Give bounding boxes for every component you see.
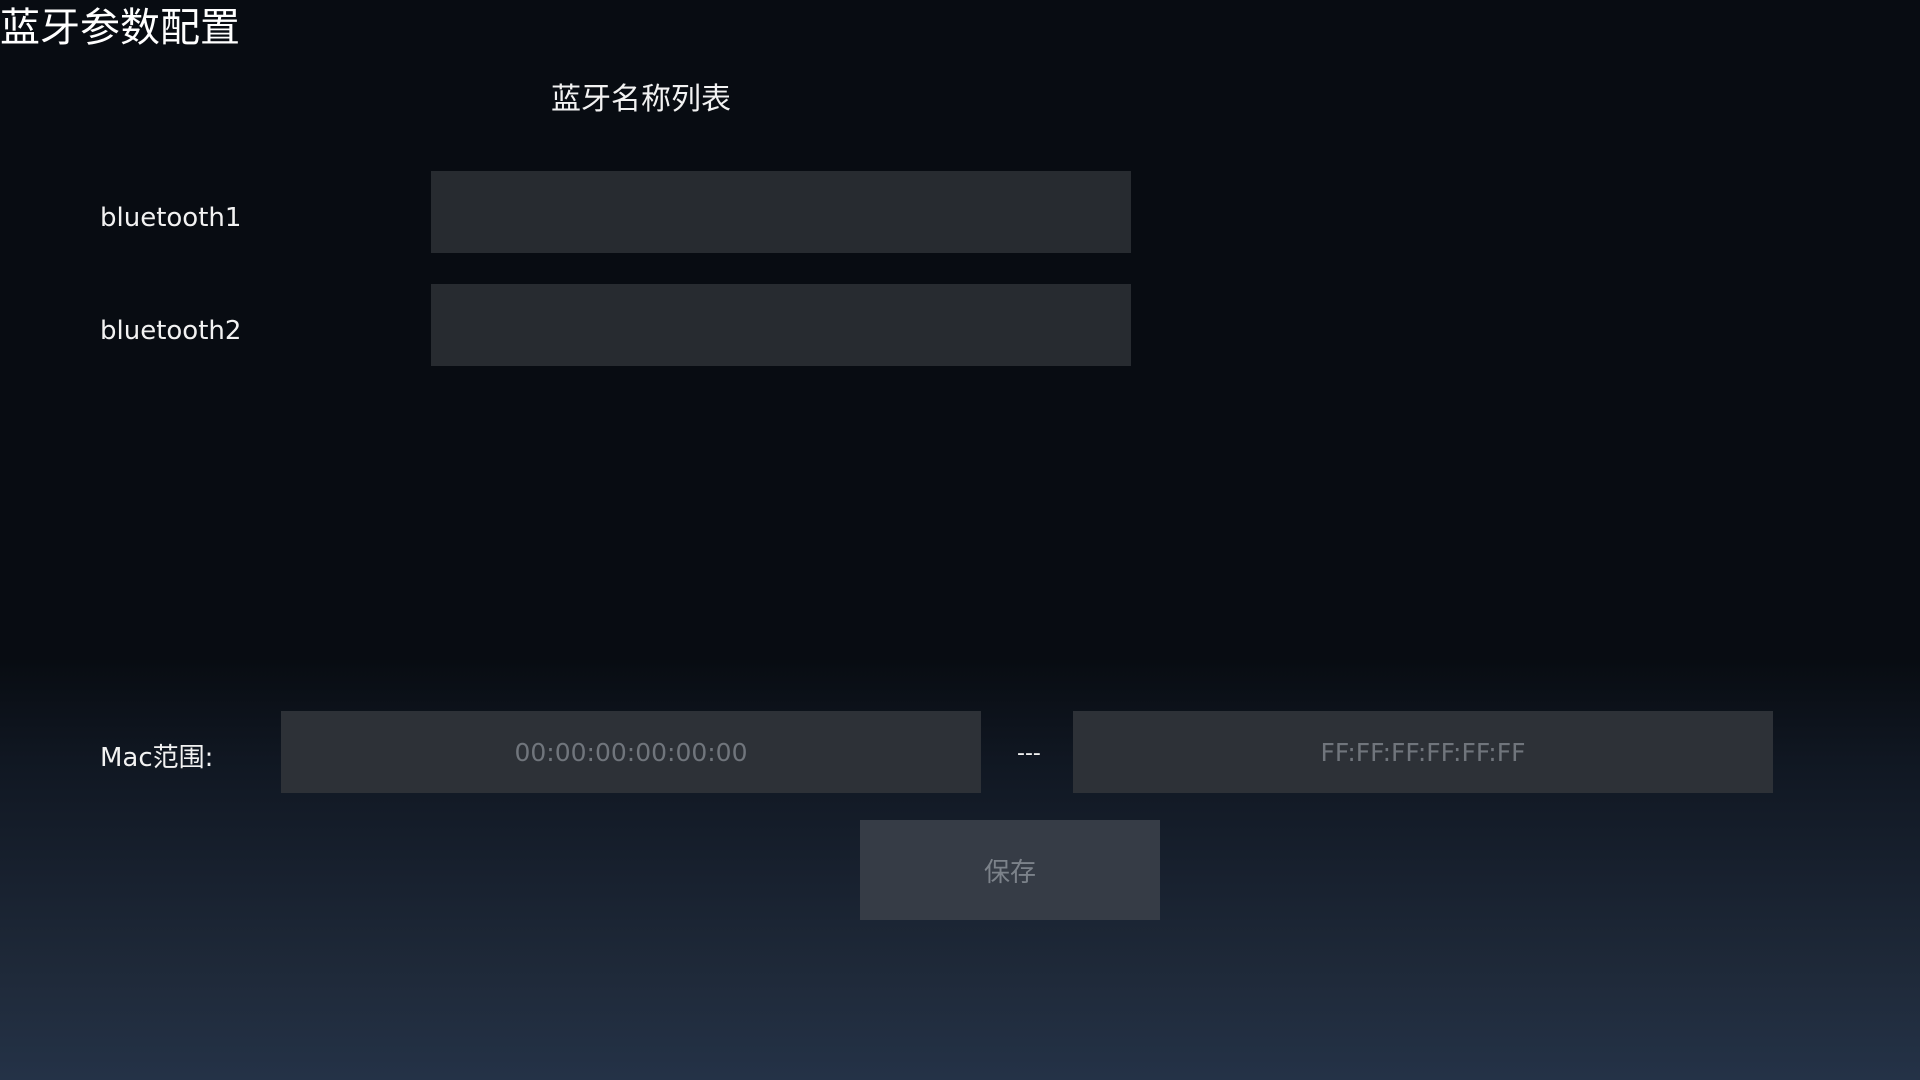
bluetooth1-name-input[interactable] [431, 171, 1131, 253]
page-title: 蓝牙参数配置 [0, 5, 240, 51]
bluetooth2-name-input[interactable] [431, 284, 1131, 366]
bluetooth2-label: bluetooth2 [100, 316, 242, 346]
mac-range-label: Mac范围: [100, 743, 214, 773]
mac-range-end-input[interactable] [1073, 711, 1773, 793]
mac-range-separator: --- [1017, 741, 1041, 766]
mac-range-start-input[interactable] [281, 711, 981, 793]
bluetooth1-label: bluetooth1 [100, 203, 242, 233]
bluetooth-name-list-title: 蓝牙名称列表 [551, 82, 731, 117]
save-button[interactable]: 保存 [860, 820, 1160, 920]
